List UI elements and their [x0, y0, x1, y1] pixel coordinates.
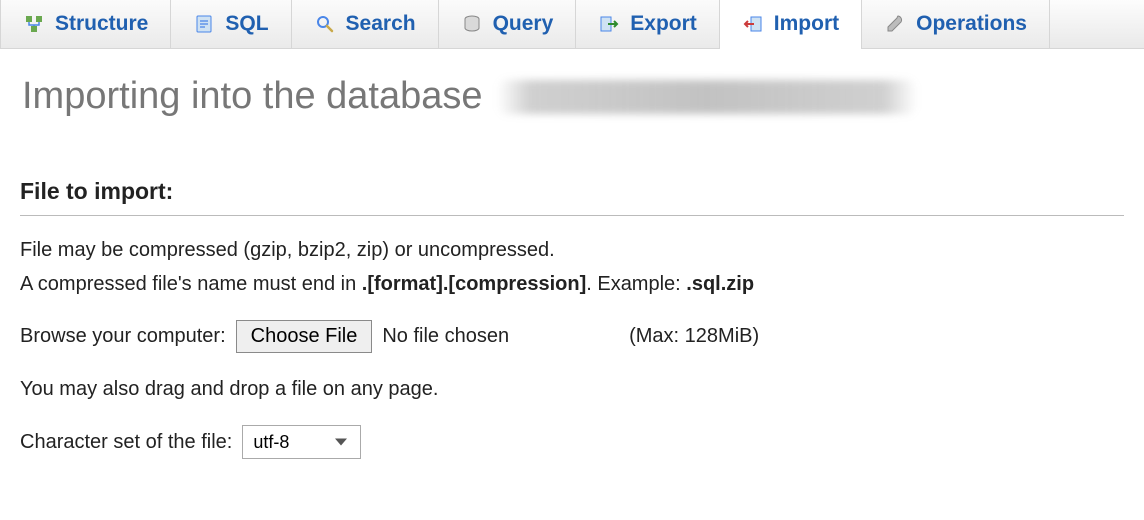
structure-icon: [23, 13, 45, 35]
file-chosen-status: No file chosen: [382, 325, 509, 348]
wrench-icon: [884, 13, 906, 35]
tab-label: Structure: [55, 12, 148, 36]
charset-label: Character set of the file:: [20, 431, 232, 454]
charset-select-wrap: utf-8: [242, 425, 361, 459]
compress-pattern: .[format].[compression]: [362, 273, 586, 295]
compress-rule-mid: . Example:: [586, 273, 686, 295]
tab-search[interactable]: Search: [292, 0, 439, 48]
tab-sql[interactable]: SQL: [171, 0, 291, 48]
choose-file-button[interactable]: Choose File: [236, 320, 373, 353]
dragdrop-hint: You may also drag and drop a file on any…: [20, 375, 1124, 403]
tab-label: SQL: [225, 12, 268, 36]
tab-structure[interactable]: Structure: [0, 0, 171, 48]
database-name-redacted: [497, 80, 917, 114]
tab-export[interactable]: Export: [576, 0, 720, 48]
compress-rule-pre: A compressed file's name must end in: [20, 273, 362, 295]
tab-label: Search: [346, 12, 416, 36]
browse-row: Browse your computer: Choose File No fil…: [20, 320, 1124, 353]
tab-import[interactable]: Import: [720, 0, 862, 48]
compress-info-line: File may be compressed (gzip, bzip2, zip…: [20, 236, 1124, 264]
tab-operations[interactable]: Operations: [862, 0, 1050, 48]
compress-rule-line: A compressed file's name must end in .[f…: [20, 270, 1124, 298]
search-icon: [314, 13, 336, 35]
max-size-label: (Max: 128MiB): [629, 325, 759, 348]
tab-bar: Structure SQL Search Query Export Import: [0, 0, 1144, 49]
file-import-section: File to import: File may be compressed (…: [20, 178, 1124, 459]
import-icon: [742, 13, 764, 35]
export-icon: [598, 13, 620, 35]
query-icon: [461, 13, 483, 35]
tab-label: Query: [493, 12, 554, 36]
page-title-prefix: Importing into the database: [22, 75, 483, 118]
tab-label: Import: [774, 12, 839, 36]
section-title: File to import:: [20, 178, 1124, 216]
sql-icon: [193, 13, 215, 35]
charset-row: Character set of the file: utf-8: [20, 425, 1124, 459]
page-title: Importing into the database: [22, 74, 1144, 118]
tab-label: Operations: [916, 12, 1027, 36]
browse-label: Browse your computer:: [20, 325, 226, 348]
tab-query[interactable]: Query: [439, 0, 577, 48]
charset-select[interactable]: utf-8: [242, 425, 361, 459]
tab-label: Export: [630, 12, 697, 36]
compress-example: .sql.zip: [686, 273, 754, 295]
